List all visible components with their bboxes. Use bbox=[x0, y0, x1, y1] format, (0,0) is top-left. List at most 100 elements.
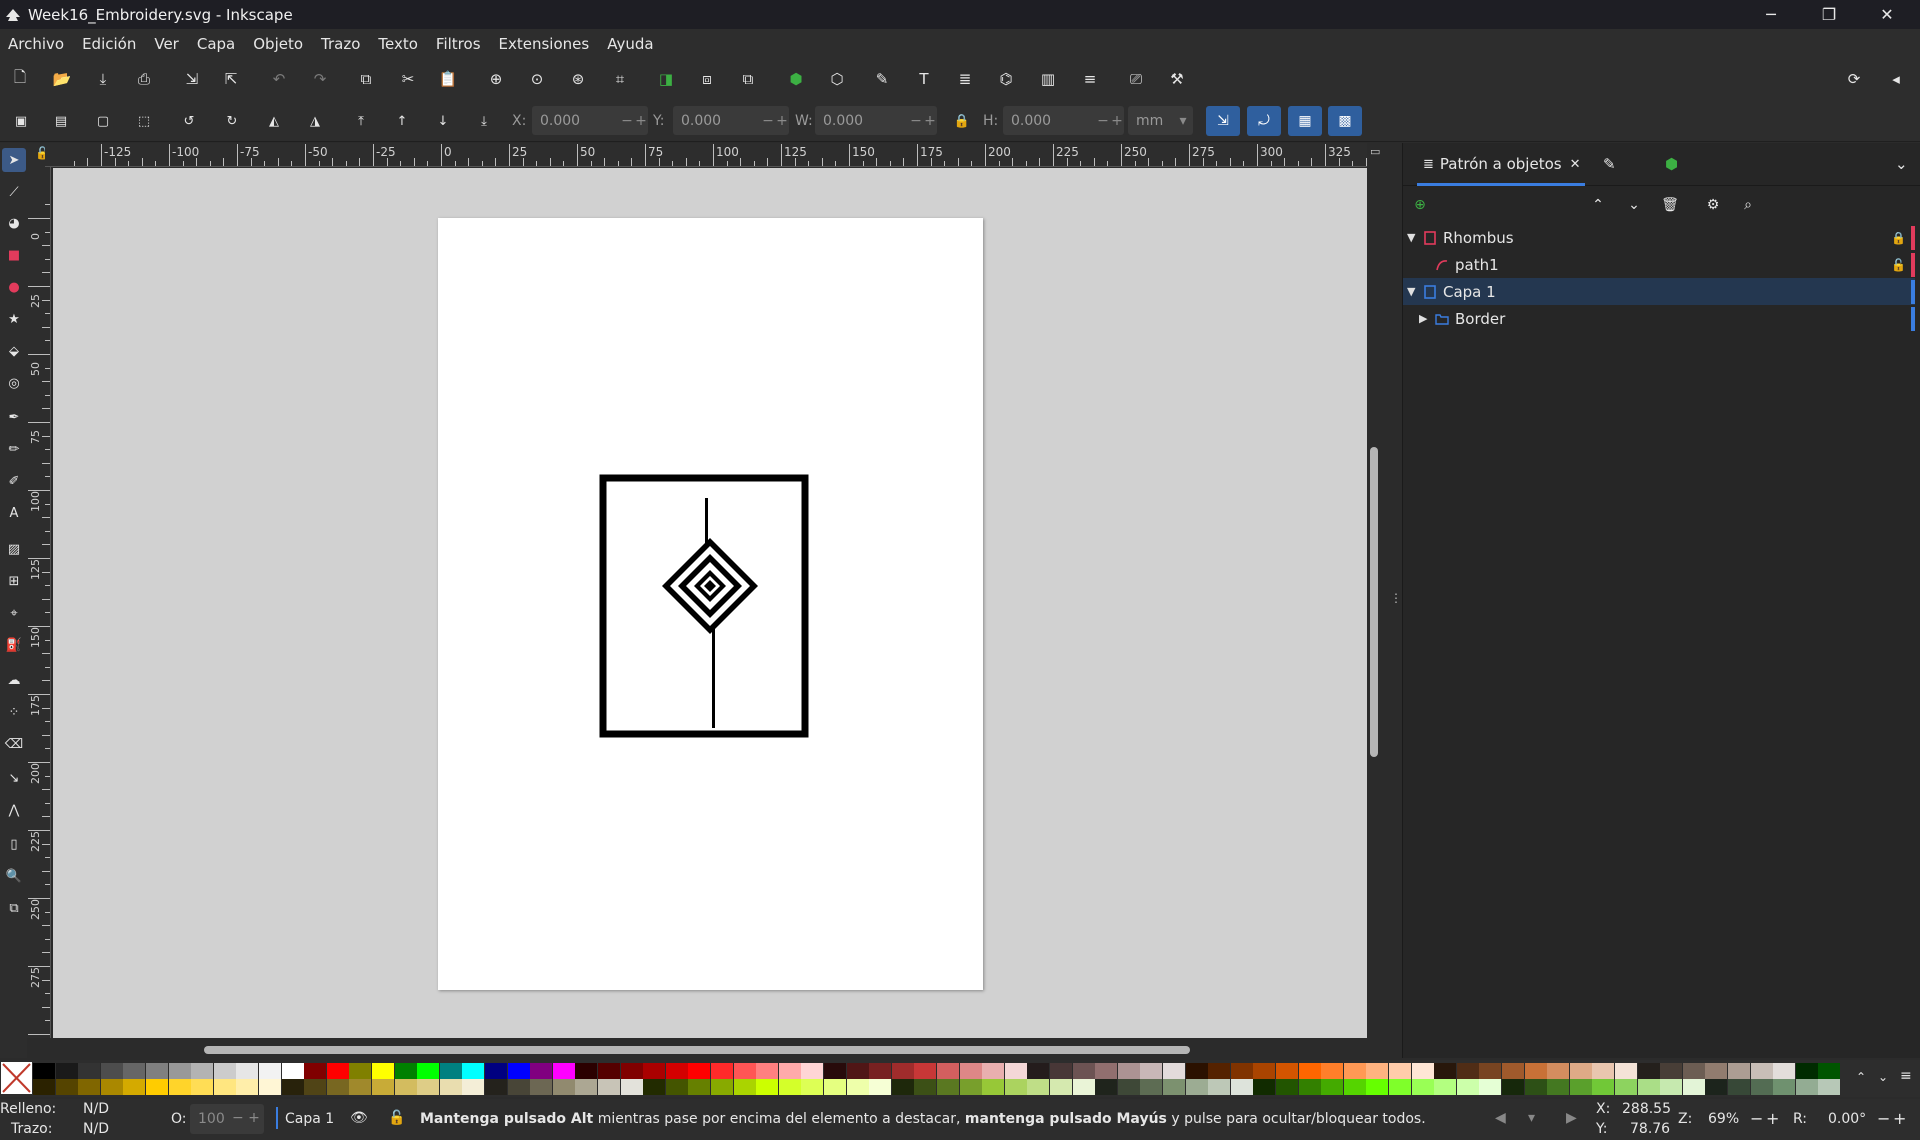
color-swatch[interactable] bbox=[1343, 1079, 1366, 1095]
color-swatch[interactable] bbox=[1524, 1063, 1547, 1079]
menu-capa[interactable]: Capa bbox=[197, 35, 235, 53]
zoom-center-page-icon[interactable]: ⌗ bbox=[610, 69, 630, 89]
h-decrement-icon[interactable]: − bbox=[1096, 113, 1110, 129]
width-field[interactable]: W: 0.000 − + bbox=[795, 106, 937, 135]
mesh-tool-icon[interactable]: ⊞ bbox=[2, 569, 26, 593]
color-swatch[interactable] bbox=[462, 1063, 485, 1079]
color-swatch[interactable] bbox=[733, 1079, 756, 1095]
group-icon[interactable]: ⬢ bbox=[786, 69, 806, 89]
x-decrement-icon[interactable]: − bbox=[620, 113, 634, 129]
color-swatch[interactable] bbox=[756, 1063, 779, 1079]
color-swatch[interactable] bbox=[168, 1079, 191, 1095]
tree-row-border[interactable]: ▶ Border bbox=[1403, 305, 1915, 332]
redo-icon[interactable]: ↷ bbox=[310, 69, 330, 89]
color-swatch[interactable] bbox=[1095, 1079, 1118, 1095]
color-swatch[interactable] bbox=[1411, 1063, 1434, 1079]
artwork[interactable] bbox=[438, 218, 983, 990]
color-swatch[interactable] bbox=[1456, 1063, 1479, 1079]
rotate-ccw-icon[interactable]: − bbox=[1877, 1109, 1890, 1128]
color-swatch[interactable] bbox=[1795, 1079, 1818, 1095]
color-swatch[interactable] bbox=[959, 1079, 982, 1095]
delete-icon[interactable]: 🗑 bbox=[1661, 196, 1679, 214]
color-swatch[interactable] bbox=[1072, 1079, 1095, 1095]
color-swatch[interactable] bbox=[1592, 1063, 1615, 1079]
color-swatch[interactable] bbox=[1117, 1079, 1140, 1095]
pencil-tool-icon[interactable]: ✏ bbox=[2, 437, 26, 461]
color-swatch[interactable] bbox=[1773, 1079, 1796, 1095]
snap-menu-arrow-icon[interactable]: ◂ bbox=[1886, 69, 1906, 89]
color-swatch[interactable] bbox=[191, 1079, 214, 1095]
tweak-tool-icon[interactable]: ☁ bbox=[2, 668, 26, 692]
fill-value[interactable]: N/D bbox=[83, 1101, 109, 1117]
color-swatch[interactable] bbox=[417, 1063, 440, 1079]
rectangle-tool-icon[interactable]: ■ bbox=[2, 243, 26, 267]
rhombus-path[interactable] bbox=[662, 498, 758, 728]
color-swatch[interactable] bbox=[485, 1063, 508, 1079]
w-value[interactable]: 0.000 bbox=[815, 113, 909, 129]
close-icon[interactable]: ✕ bbox=[1858, 0, 1916, 29]
x-value[interactable]: 0.000 bbox=[532, 113, 620, 129]
color-swatch[interactable] bbox=[1208, 1079, 1231, 1095]
document-properties-icon[interactable]: ⎚ bbox=[1126, 69, 1146, 89]
gradient-tool-icon[interactable]: ▨ bbox=[2, 537, 26, 561]
expand-arrow-icon[interactable]: ▶ bbox=[1419, 312, 1427, 325]
zoom-drawing-icon[interactable]: ⊙ bbox=[527, 69, 547, 89]
color-swatch[interactable] bbox=[146, 1063, 169, 1079]
spiral-tool-icon[interactable]: ◎ bbox=[2, 371, 26, 395]
rotate-cw-icon[interactable]: ↻ bbox=[222, 111, 242, 131]
zoom-out-icon[interactable]: − bbox=[1750, 1109, 1763, 1128]
save-icon[interactable]: ⤓ bbox=[93, 69, 113, 89]
color-swatch[interactable] bbox=[213, 1063, 236, 1079]
color-swatch[interactable] bbox=[236, 1063, 259, 1079]
color-swatch[interactable] bbox=[1298, 1079, 1321, 1095]
color-swatch[interactable] bbox=[1592, 1079, 1615, 1095]
color-swatch[interactable] bbox=[665, 1063, 688, 1079]
color-swatch[interactable] bbox=[1682, 1079, 1705, 1095]
color-swatch[interactable] bbox=[575, 1063, 598, 1079]
color-swatch[interactable] bbox=[1569, 1079, 1592, 1095]
color-swatch[interactable] bbox=[1321, 1079, 1344, 1095]
undo-icon[interactable]: ↶ bbox=[269, 69, 289, 89]
raise-icon[interactable]: ↑ bbox=[392, 111, 412, 131]
zoom-selection-icon[interactable]: ⊕ bbox=[486, 69, 506, 89]
menu-edicion[interactable]: Edición bbox=[82, 35, 136, 53]
3d-box-tool-icon[interactable]: ⬙ bbox=[2, 339, 26, 363]
h-increment-icon[interactable]: + bbox=[1110, 113, 1124, 129]
color-swatch[interactable] bbox=[1502, 1063, 1525, 1079]
w-increment-icon[interactable]: + bbox=[923, 113, 937, 129]
color-swatch[interactable] bbox=[778, 1079, 801, 1095]
color-swatch[interactable] bbox=[914, 1079, 937, 1095]
tab-objects[interactable]: ≣ Patrón a objetos ✕ bbox=[1423, 155, 1580, 173]
color-swatch[interactable] bbox=[959, 1063, 982, 1079]
color-swatch[interactable] bbox=[123, 1079, 146, 1095]
color-swatch[interactable] bbox=[349, 1063, 372, 1079]
menu-filtros[interactable]: Filtros bbox=[436, 35, 481, 53]
preferences-icon[interactable]: ⚒ bbox=[1167, 69, 1187, 89]
settings-gear-icon[interactable]: ⚙ bbox=[1704, 196, 1722, 214]
color-swatch[interactable] bbox=[1366, 1079, 1389, 1095]
palette-menu-icon[interactable]: ≡ bbox=[1900, 1068, 1912, 1084]
palette-scroll-down-icon[interactable]: ⌄ bbox=[1878, 1070, 1888, 1084]
color-swatch[interactable] bbox=[326, 1079, 349, 1095]
color-swatch[interactable] bbox=[1728, 1063, 1751, 1079]
h-value[interactable]: 0.000 bbox=[1003, 113, 1096, 129]
spray-tool-icon[interactable]: ⁘ bbox=[2, 700, 26, 724]
scale-stroke-toggle[interactable]: ⇲ bbox=[1206, 106, 1240, 136]
stroke-value[interactable]: N/D bbox=[83, 1121, 109, 1137]
color-swatch[interactable] bbox=[575, 1079, 598, 1095]
color-swatch[interactable] bbox=[394, 1063, 417, 1079]
color-swatch[interactable] bbox=[1230, 1063, 1253, 1079]
export-icon[interactable]: ⇱ bbox=[221, 69, 241, 89]
lower-to-bottom-icon[interactable]: ⤓ bbox=[474, 111, 494, 131]
color-swatch[interactable] bbox=[1004, 1079, 1027, 1095]
select-all-icon[interactable]: ▣ bbox=[11, 111, 31, 131]
color-swatch[interactable] bbox=[100, 1079, 123, 1095]
lower-icon[interactable]: ↓ bbox=[433, 111, 453, 131]
tab-align-icon[interactable]: ⬢ bbox=[1665, 155, 1678, 173]
color-swatch[interactable] bbox=[372, 1063, 395, 1079]
color-swatch[interactable] bbox=[1547, 1063, 1570, 1079]
color-swatch[interactable] bbox=[824, 1063, 847, 1079]
page-select-chevron-icon[interactable]: ▾ bbox=[1528, 1110, 1535, 1126]
copy-icon[interactable]: ⧉ bbox=[356, 69, 376, 89]
unlock-icon[interactable]: 🔓 bbox=[1891, 258, 1906, 272]
